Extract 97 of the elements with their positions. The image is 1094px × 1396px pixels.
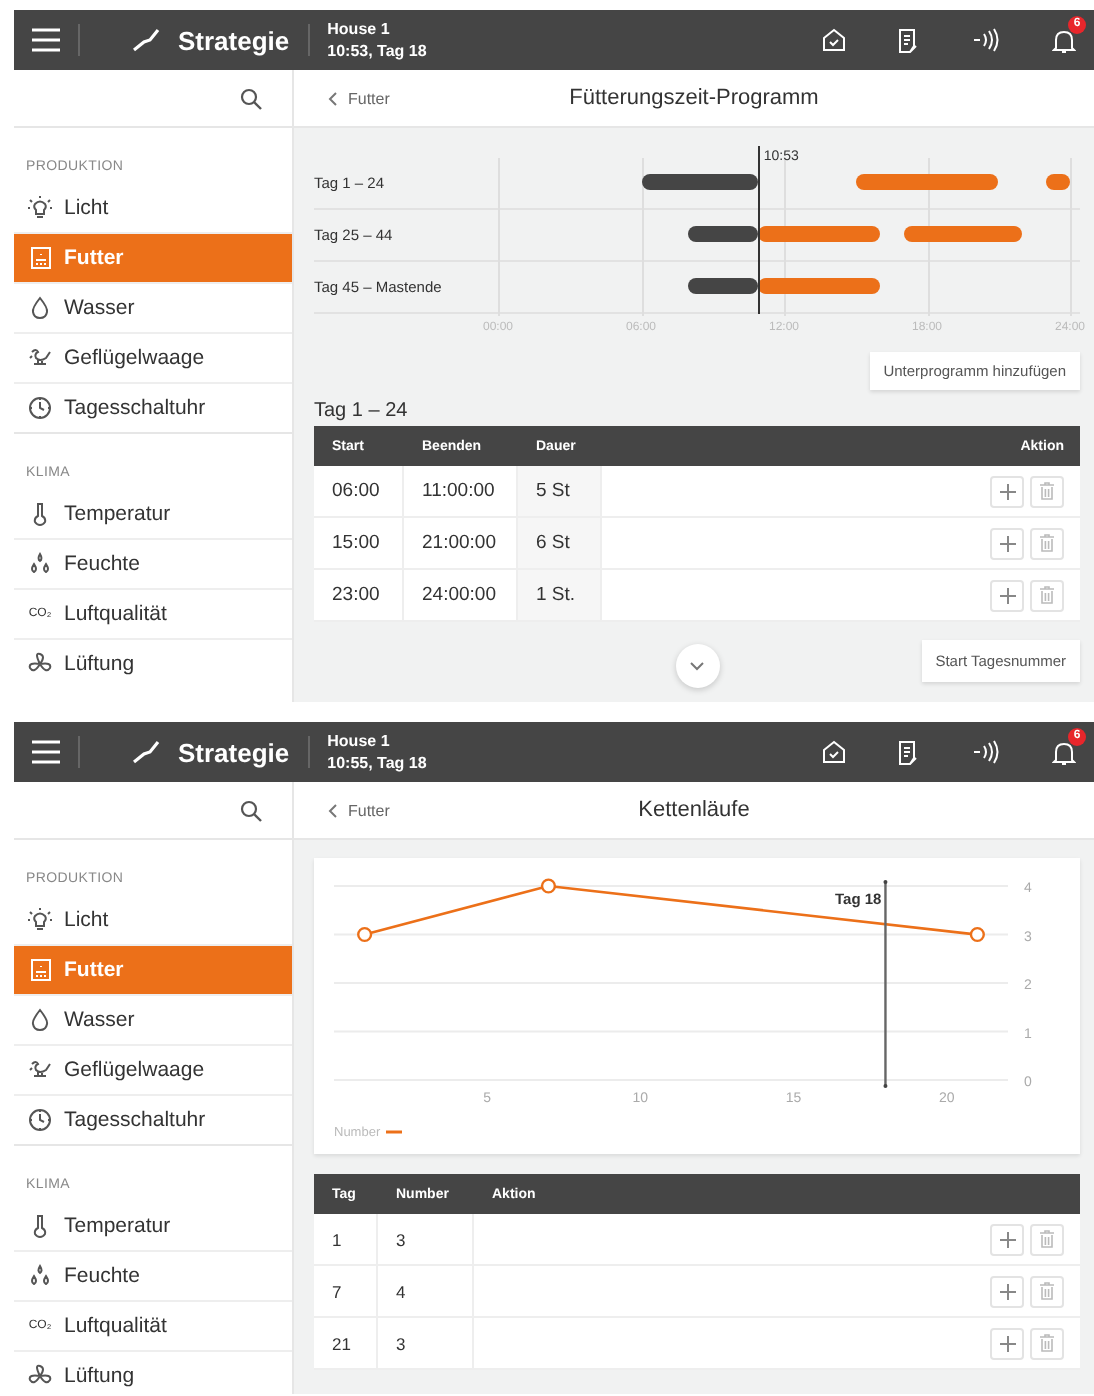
schedule-bar (641, 174, 758, 190)
table-cell: 23:00 (314, 570, 404, 620)
delete-row-button[interactable] (1030, 475, 1064, 507)
back-link[interactable]: Futter (328, 89, 390, 107)
document-icon[interactable] (898, 739, 920, 765)
feeder-icon (29, 958, 51, 982)
table-cell: 3 (378, 1318, 474, 1368)
trash-icon (1040, 1230, 1054, 1248)
page-title: Fütterungszeit-Programm (569, 86, 819, 110)
sidebar-item[interactable]: Geflügelwaage (14, 1046, 292, 1096)
app-title: Strategie (178, 737, 290, 767)
add-row-button[interactable] (990, 1275, 1024, 1307)
table-cell: 1 St. (518, 570, 602, 620)
trash-icon (1040, 534, 1054, 552)
bell-icon[interactable] (1052, 739, 1076, 765)
trash-icon (1040, 1334, 1054, 1352)
plus-icon (999, 1283, 1015, 1299)
sidebar-item[interactable]: Wasser (14, 284, 292, 334)
delete-row-button[interactable] (1030, 527, 1064, 559)
data-point (540, 878, 557, 894)
plus-icon (999, 1231, 1015, 1247)
sidebar-item[interactable]: Lüftung (14, 1352, 292, 1394)
delete-row-button[interactable] (1030, 1327, 1064, 1359)
schedule-bar (855, 174, 999, 190)
signal-icon[interactable] (972, 740, 1000, 764)
search-icon[interactable] (240, 799, 262, 821)
thermometer-icon (32, 502, 48, 526)
delete-row-button[interactable] (1030, 1275, 1064, 1307)
chevron-left-icon (328, 91, 338, 105)
back-link[interactable]: Futter (328, 801, 390, 819)
plus-icon (999, 587, 1015, 603)
line-chart-icon (132, 28, 160, 52)
sidebar-item[interactable]: Feuchte (14, 540, 292, 590)
thermometer-icon (32, 1214, 48, 1238)
add-row-button[interactable] (990, 1327, 1024, 1359)
app-title: Strategie (178, 25, 290, 55)
chevron-down-icon (690, 661, 704, 671)
sidebar-item[interactable]: Tagesschaltuhr (14, 384, 292, 432)
table-cell: 15:00 (314, 518, 404, 568)
water-drop-icon (30, 296, 50, 320)
delete-row-button[interactable] (1030, 579, 1064, 611)
house-name: House 1 (327, 730, 392, 752)
house-name: House 1 (327, 18, 392, 40)
data-point (357, 926, 373, 943)
chevron-left-icon (328, 803, 338, 817)
table-cell: 06:00 (314, 466, 404, 516)
add-row-button[interactable] (990, 579, 1024, 611)
table-cell: 1 (314, 1214, 378, 1264)
trash-icon (1040, 586, 1054, 604)
signal-icon[interactable] (972, 28, 1000, 52)
sidebar-item[interactable]: Temperatur (14, 1202, 292, 1252)
table-cell: 21 (314, 1318, 378, 1368)
sidebar-item[interactable]: Temperatur (14, 490, 292, 540)
table-cell: 5 St (518, 466, 602, 516)
menu-icon[interactable] (32, 740, 60, 764)
schedule-bar (1046, 174, 1070, 190)
fan-icon (28, 1364, 52, 1388)
time-day-text: 10:55, Tag 18 (327, 752, 427, 774)
clock-icon (28, 396, 52, 420)
table-title: Tag 1 – 24 (314, 400, 410, 422)
time-day-text: 10:53, Tag 18 (327, 40, 427, 62)
line-chart-icon (132, 740, 160, 764)
fan-icon (28, 652, 52, 676)
sidebar-item[interactable]: Lüftung (14, 640, 292, 688)
search-icon[interactable] (240, 87, 262, 109)
trash-icon (1040, 482, 1054, 500)
plus-icon (999, 535, 1015, 551)
chicken-scale-icon (28, 346, 52, 370)
light-bulb-icon (28, 908, 52, 932)
schedule-bar (903, 226, 1023, 242)
page-title: Kettenläufe (638, 798, 750, 822)
sidebar-item[interactable]: Geflügelwaage (14, 334, 292, 384)
table-cell: 3 (378, 1214, 474, 1264)
droplets-icon (28, 1264, 52, 1288)
data-point (969, 926, 985, 943)
bell-icon[interactable] (1052, 27, 1076, 53)
add-row-button[interactable] (990, 527, 1024, 559)
add-row-button[interactable] (990, 1223, 1024, 1255)
feeder-icon (29, 246, 51, 270)
document-icon[interactable] (898, 27, 920, 53)
sidebar-item[interactable]: Feuchte (14, 1252, 292, 1302)
table-cell: 4 (378, 1266, 474, 1316)
add-row-button[interactable] (990, 475, 1024, 507)
water-drop-icon (30, 1008, 50, 1032)
clock-icon (28, 1108, 52, 1132)
plus-icon (999, 483, 1015, 499)
trash-icon (1040, 1282, 1054, 1300)
sidebar-item[interactable]: Wasser (14, 996, 292, 1046)
menu-icon[interactable] (32, 28, 60, 52)
table-cell: 7 (314, 1266, 378, 1316)
chicken-scale-icon (28, 1058, 52, 1082)
plus-icon (999, 1335, 1015, 1351)
sidebar-item[interactable]: Tagesschaltuhr (14, 1096, 292, 1144)
delete-row-button[interactable] (1030, 1223, 1064, 1255)
light-bulb-icon (28, 196, 52, 220)
table-cell: 6 St (518, 518, 602, 568)
droplets-icon (28, 552, 52, 576)
